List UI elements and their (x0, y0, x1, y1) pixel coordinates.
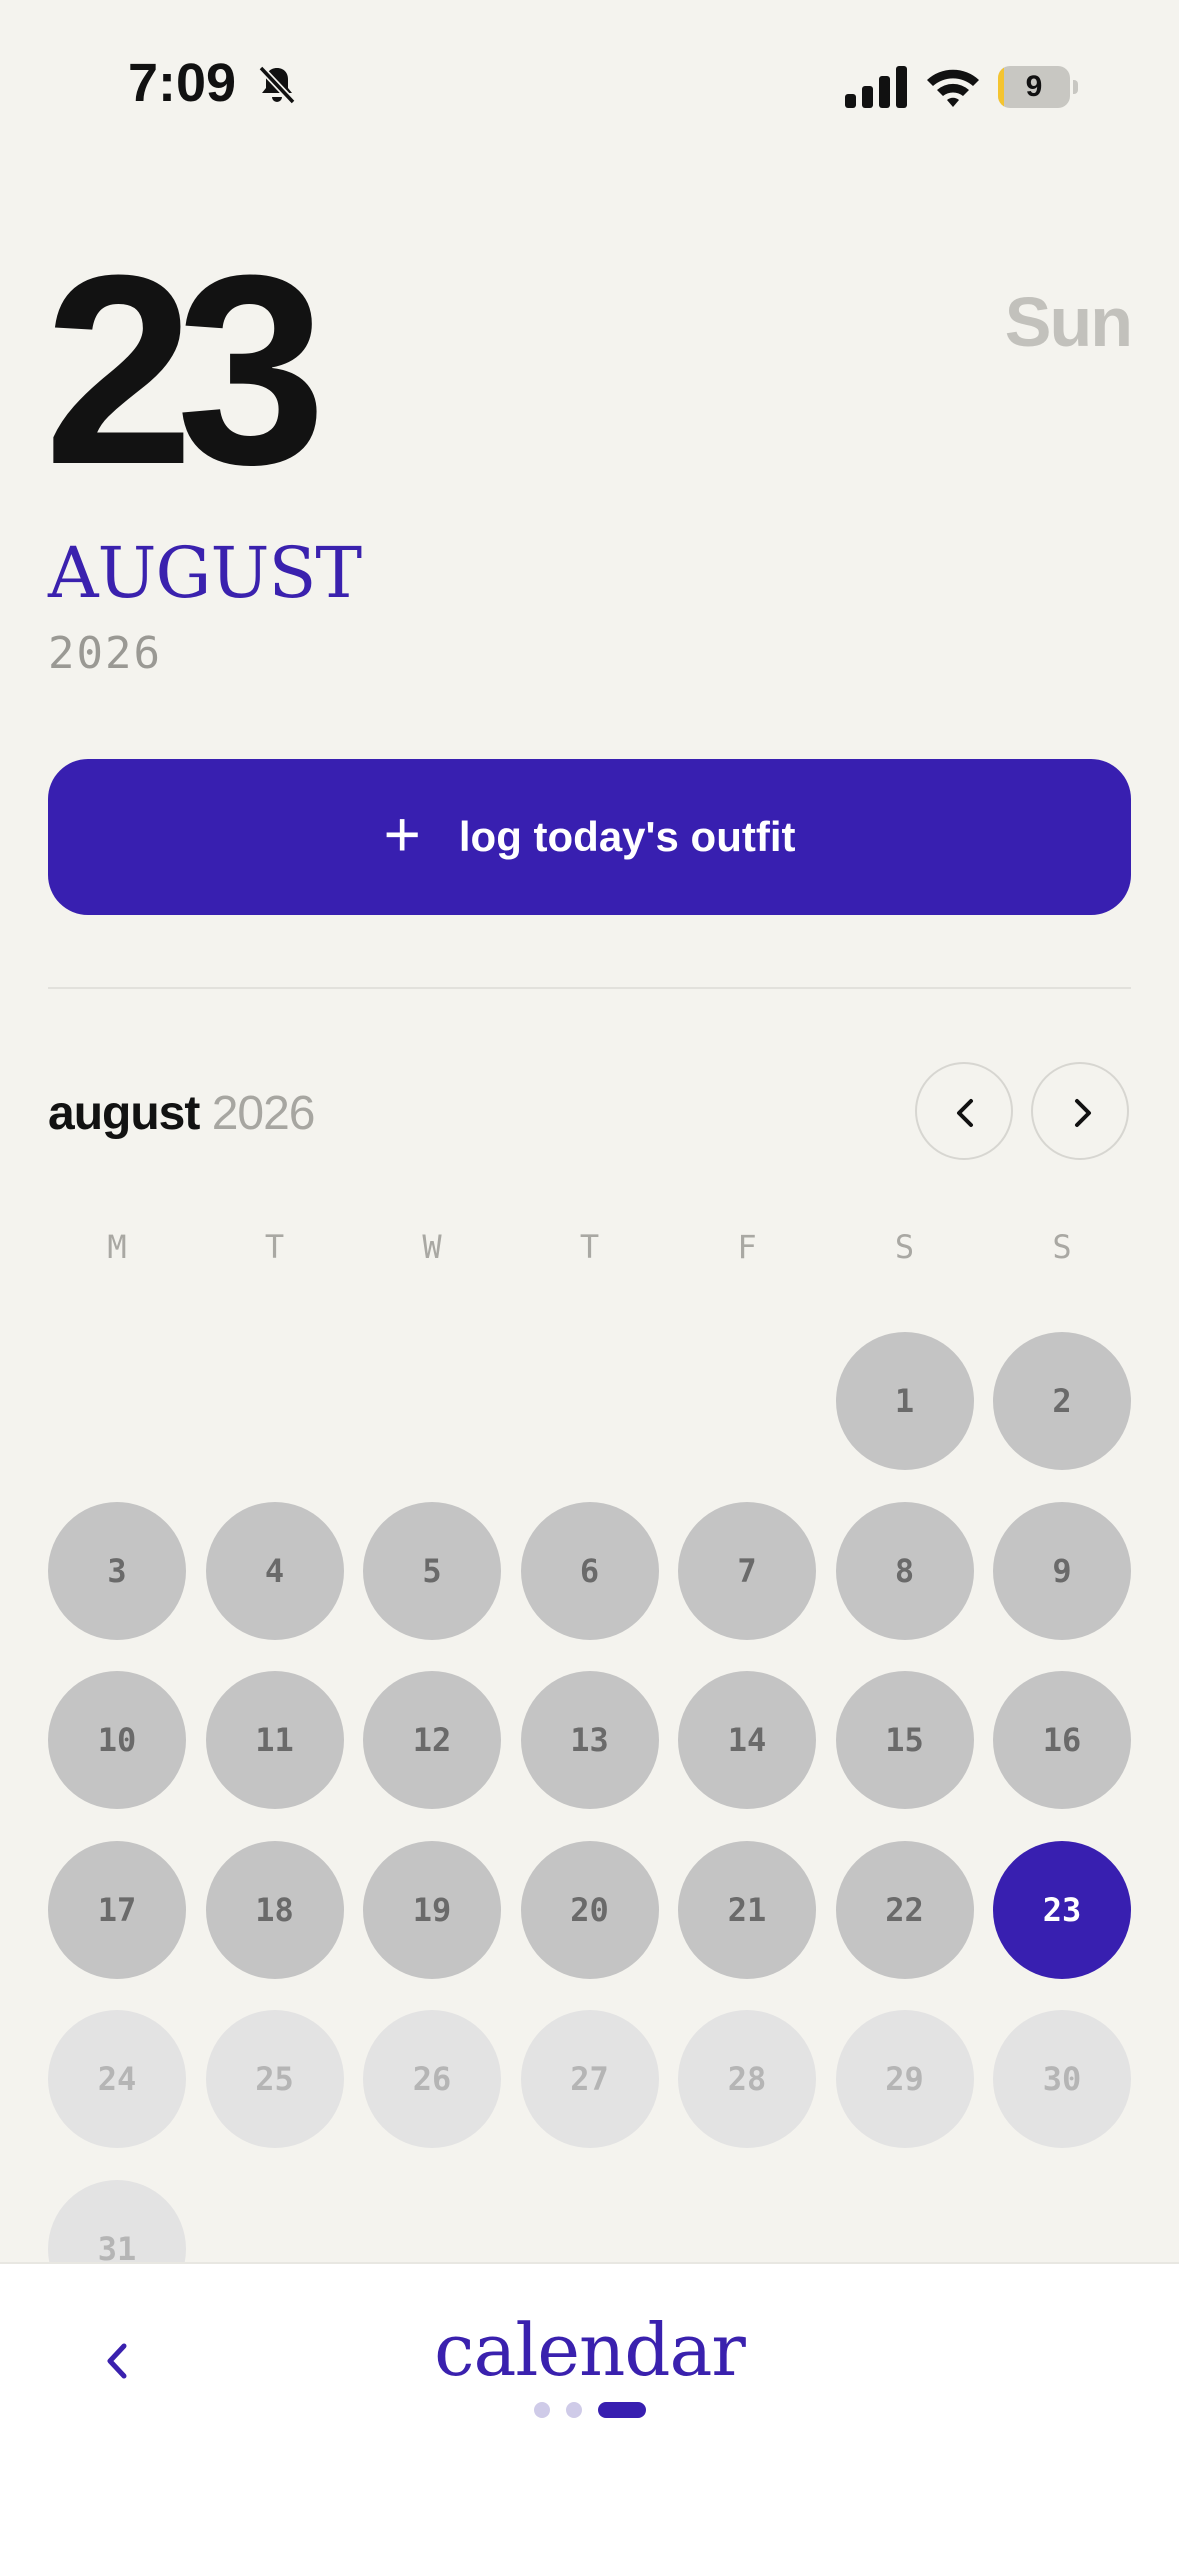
weekday-header: M (107, 1228, 127, 1266)
calendar-day[interactable]: 20 (520, 1840, 659, 1979)
calendar-day[interactable]: 18 (205, 1840, 344, 1979)
year-label: 2026 (48, 628, 162, 679)
divider (48, 987, 1131, 989)
log-outfit-button[interactable]: + log today's outfit (48, 759, 1131, 915)
calendar-day[interactable]: 14 (678, 1671, 816, 1809)
log-outfit-label: log today's outfit (458, 813, 796, 860)
next-month-button[interactable] (1031, 1062, 1129, 1160)
calendar-day[interactable]: 24 (48, 2010, 186, 2148)
bottom-navigation: calendar (0, 2262, 1179, 2558)
calendar-day[interactable]: 16 (993, 1671, 1131, 1809)
chevron-left-icon (957, 1099, 973, 1127)
page-indicator (0, 2402, 1179, 2422)
weekday-header-row: MTWTFSS (48, 1228, 1131, 1268)
weekday-header: W (422, 1228, 442, 1266)
screen-title: calendar (434, 2308, 746, 2392)
calendar-day[interactable]: 11 (205, 1671, 344, 1809)
calendar-day[interactable]: 12 (363, 1671, 501, 1809)
weekday-header: F (737, 1228, 757, 1266)
calendar-day[interactable]: 30 (993, 2010, 1131, 2148)
day-number: 23 (44, 220, 326, 521)
page-dot (533, 2402, 550, 2418)
calendar-month-heading: august 2026 (48, 1086, 316, 1141)
calendar-day[interactable]: 5 (363, 1501, 501, 1640)
calendar-day[interactable]: 29 (835, 2010, 974, 2148)
calendar-day[interactable]: 7 (678, 1501, 816, 1640)
calendar-day[interactable]: 21 (678, 1840, 816, 1979)
calendar-day-today[interactable]: 23 (993, 1840, 1131, 1979)
weekday-header: S (1052, 1228, 1072, 1266)
calendar-day[interactable]: 22 (835, 1840, 974, 1979)
previous-month-button[interactable] (915, 1062, 1013, 1160)
calendar-day[interactable]: 6 (520, 1501, 659, 1640)
calendar-day[interactable]: 10 (48, 1671, 186, 1809)
battery-percentage: 9 (1025, 70, 1043, 103)
calendar-day[interactable]: 1 (835, 1332, 974, 1470)
weekday-header: T (264, 1228, 285, 1266)
calendar-day[interactable]: 3 (48, 1501, 186, 1640)
calendar-day[interactable]: 15 (835, 1671, 974, 1809)
page-dot (565, 2402, 582, 2418)
calendar-day[interactable]: 13 (520, 1671, 659, 1809)
page-dot-active (597, 2402, 646, 2418)
calendar-day[interactable]: 25 (205, 2010, 344, 2148)
status-bar: 7:09 9 (0, 0, 1179, 170)
calendar-year: 2026 (211, 1087, 316, 1140)
wifi-icon (927, 69, 979, 107)
calendar-month-name: august (48, 1087, 200, 1140)
battery-indicator: 9 (998, 66, 1078, 108)
calendar-day[interactable]: 17 (48, 1840, 186, 1979)
cellular-signal-icon (845, 66, 907, 108)
chevron-right-icon (1075, 1099, 1091, 1127)
calendar-day[interactable]: 19 (363, 1840, 501, 1979)
calendar-day[interactable]: 26 (363, 2010, 501, 2148)
calendar-day[interactable]: 27 (520, 2010, 659, 2148)
bell-slash-icon (258, 65, 296, 105)
weekday-label: Sun (1004, 283, 1133, 361)
month-label: AUGUST (48, 532, 362, 614)
plus-icon: + (383, 798, 421, 870)
calendar-day[interactable]: 28 (678, 2010, 816, 2148)
calendar-day[interactable]: 2 (993, 1332, 1131, 1470)
calendar-day[interactable]: 4 (205, 1501, 344, 1640)
status-time: 7:09 (128, 53, 237, 113)
calendar-day[interactable]: 8 (835, 1501, 974, 1640)
weekday-header: T (579, 1228, 600, 1266)
calendar-day[interactable]: 9 (993, 1501, 1131, 1640)
weekday-header: S (894, 1228, 915, 1266)
